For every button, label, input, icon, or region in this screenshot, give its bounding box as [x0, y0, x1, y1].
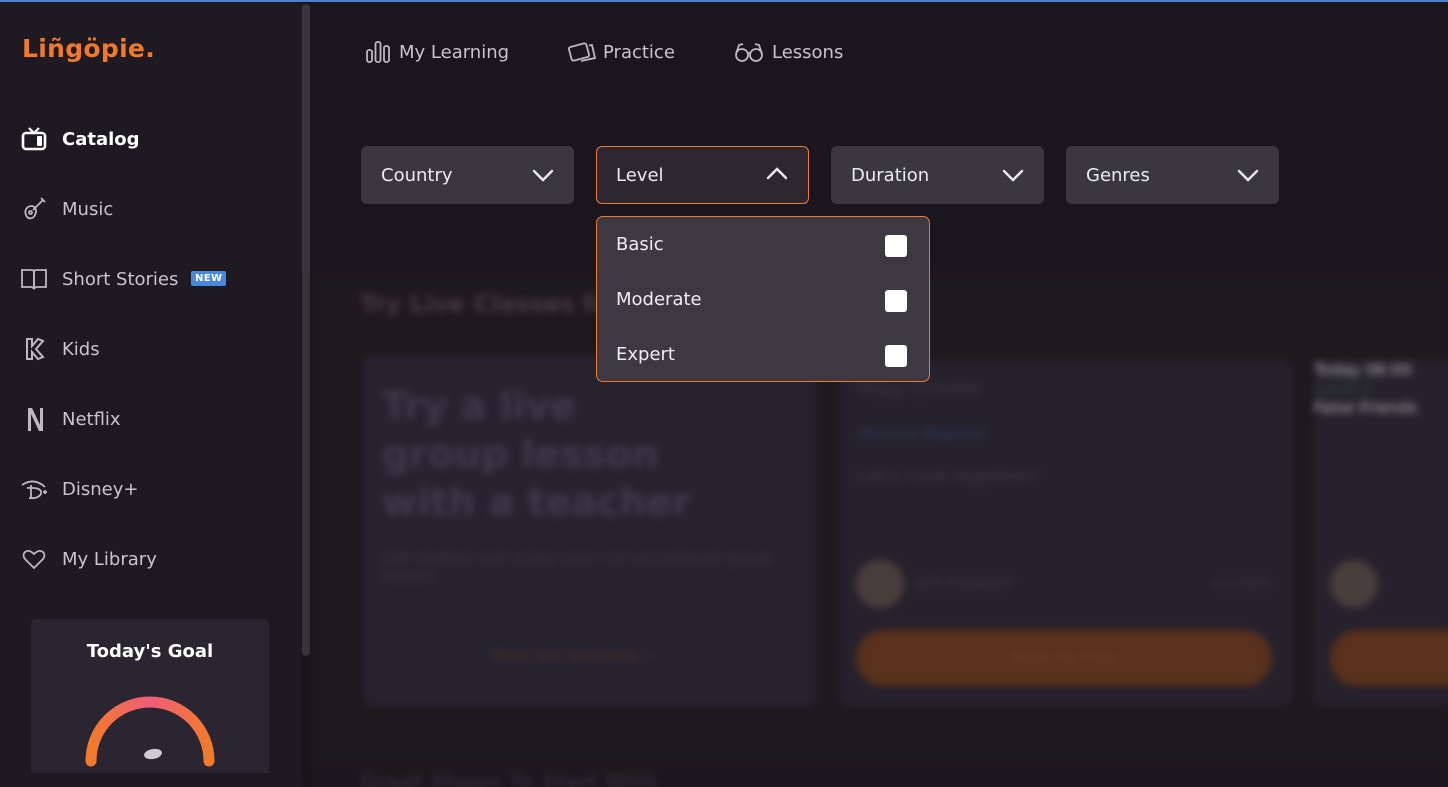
new-badge: NEW [191, 271, 227, 286]
sidebar-item-my-library[interactable]: My Library [0, 537, 300, 581]
section-title: Try Live Classes for [360, 290, 622, 318]
level-dropdown: Basic Moderate Expert [596, 216, 930, 382]
filter-label: Genres [1086, 164, 1150, 186]
todays-goal-card[interactable]: Today's Goal [31, 619, 269, 773]
filter-label: Level [616, 164, 664, 186]
promo-subtitle: Get started and enjoy your conversationa… [382, 548, 773, 586]
topnav-label: Lessons [772, 41, 844, 63]
bar-chart-icon [366, 41, 390, 63]
book-button[interactable] [1330, 630, 1448, 686]
level-option-basic[interactable]: Basic [597, 218, 929, 273]
option-label: Expert [616, 344, 675, 365]
class-time: Today 06:00 [1314, 360, 1412, 379]
cards-icon [568, 42, 597, 62]
sidebar-item-label: My Library [62, 548, 157, 570]
disney-icon [18, 473, 50, 505]
chevron-up-icon [766, 167, 788, 180]
moderate-checkbox[interactable] [885, 290, 907, 312]
sidebar-item-disney[interactable]: Disney+ [0, 467, 300, 511]
topnav-practice[interactable]: Practice [567, 36, 675, 68]
basic-checkbox[interactable] [885, 235, 907, 257]
app-logo[interactable]: Liñgöpie. [22, 34, 155, 63]
class-level: Absolute Beginner [858, 426, 987, 442]
class-title: False Friends [1314, 398, 1417, 417]
teacher-avatar [856, 560, 904, 608]
promo-link[interactable]: Meet our teachers → [492, 646, 657, 665]
book-button-label: Book for Free [1011, 648, 1117, 667]
class-level: Level 2 [1314, 379, 1372, 398]
shows-section-title: Great Shows To Start With [360, 770, 658, 787]
sidebar-scrollbar-thumb[interactable] [302, 4, 310, 656]
sidebar-item-label: Short Stories [62, 268, 179, 290]
sidebar-item-label: Kids [62, 338, 100, 360]
topnav-label: Practice [603, 41, 675, 63]
sidebar-item-label: Music [62, 198, 114, 220]
expert-checkbox[interactable] [885, 345, 907, 367]
class-title: Let's cook together! [858, 466, 1039, 487]
book-icon [18, 263, 50, 295]
book-button[interactable]: Book for Free [856, 630, 1272, 686]
sidebar-item-netflix[interactable]: Netflix [0, 397, 300, 441]
promo-title: Try a live group lesson with a teacher [382, 384, 692, 524]
level-option-expert[interactable]: Expert [597, 328, 929, 383]
chevron-down-icon [532, 169, 554, 182]
goal-title: Today's Goal [86, 641, 214, 662]
sidebar-item-short-stories[interactable]: Short Stories NEW [0, 257, 300, 301]
option-label: Moderate [616, 289, 702, 310]
class-seats: +2 more [1210, 576, 1272, 592]
kids-k-icon [18, 333, 50, 365]
sidebar-item-label: Disney+ [62, 478, 139, 500]
duration-filter[interactable]: Duration [831, 146, 1044, 204]
level-option-moderate[interactable]: Moderate [597, 273, 929, 328]
chevron-down-icon [1002, 169, 1024, 182]
topnav-label: My Learning [399, 41, 510, 63]
sidebar-item-music[interactable]: Music [0, 187, 300, 231]
level-filter[interactable]: Level [596, 146, 809, 204]
class-card[interactable]: Today 12:00PM Absolute Beginner Let's co… [840, 360, 1292, 706]
glasses-icon [735, 43, 763, 62]
option-label: Basic [616, 234, 664, 255]
sidebar-item-kids[interactable]: Kids [0, 327, 300, 371]
country-filter[interactable]: Country [361, 146, 574, 204]
class-card-2[interactable]: Today 06:00 Level 2 False Friends [1314, 360, 1448, 706]
window-top-border [0, 0, 1448, 2]
heart-icon [18, 543, 50, 575]
goal-gauge [85, 696, 215, 767]
sidebar-item-label: Netflix [62, 408, 121, 430]
topnav-lessons[interactable]: Lessons [734, 36, 843, 68]
genres-filter[interactable]: Genres [1066, 146, 1279, 204]
teacher-avatar [1330, 560, 1378, 608]
filter-label: Country [381, 164, 453, 186]
topnav-my-learning[interactable]: My Learning [365, 36, 509, 68]
guitar-icon [18, 193, 50, 225]
sidebar-item-catalog[interactable]: Catalog [0, 117, 300, 161]
tv-icon [18, 123, 50, 155]
class-teacher: with Elisabeth [914, 576, 1013, 592]
netflix-n-icon [18, 403, 50, 435]
chevron-down-icon [1237, 169, 1259, 182]
filter-label: Duration [851, 164, 930, 186]
sidebar-item-label: Catalog [62, 128, 140, 150]
promo-card[interactable]: Try a live group lesson with a teacher G… [364, 356, 816, 706]
